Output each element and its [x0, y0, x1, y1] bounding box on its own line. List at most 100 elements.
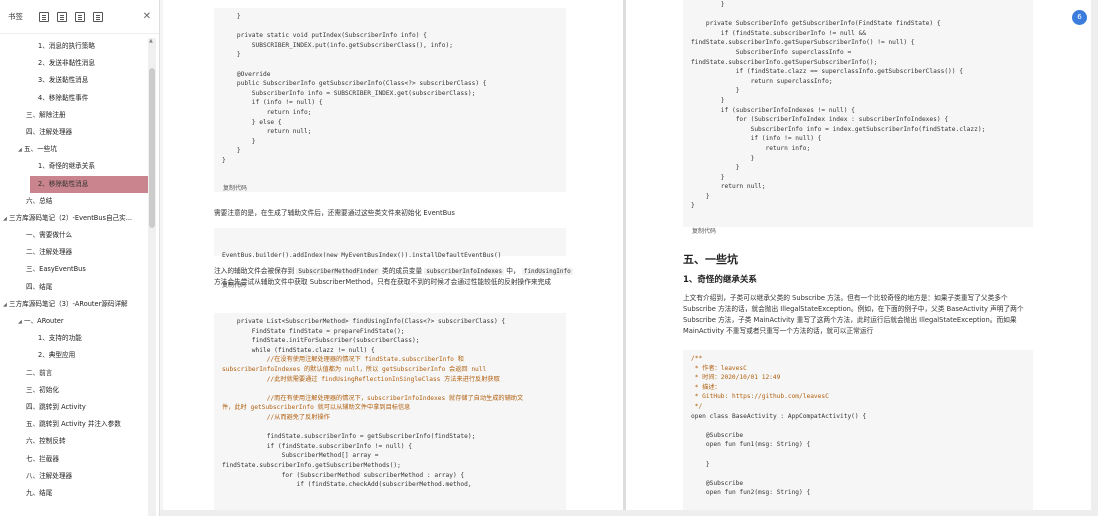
code-line: SubscriberInfo superclassInfo =: [691, 48, 852, 56]
bookmark-item[interactable]: 四、结尾: [0, 279, 148, 296]
add-bookmark-icon[interactable]: [93, 11, 103, 22]
code-line: findState.initForSubscriber(subscriberCl…: [222, 337, 420, 345]
paragraph: 注入的辅助文件会被保存到 SubscriberMethodFinder 类的成员…: [214, 266, 574, 288]
bookmark-item[interactable]: 1、支持的功能: [0, 330, 148, 347]
bookmark-item[interactable]: 九、结尾: [0, 485, 148, 502]
code-line: private SubscriberInfo getSubscriberInfo…: [691, 20, 941, 28]
code-line: SubscriberInfo info = index.getSubscribe…: [691, 125, 986, 133]
bookmark-view-icon[interactable]: [39, 11, 49, 22]
code-line: if (findState.checkAdd(subscriberMethod.…: [222, 481, 472, 489]
code-block: /** * 作者：leavesC * 时间：2020/10/01 12:49 *…: [683, 350, 1033, 516]
bookmark-item[interactable]: 2、发送非黏性消息: [0, 55, 148, 72]
scroll-up-icon[interactable]: ▲: [149, 38, 153, 44]
code-block: EventBus.builder().addIndex(new MyEventB…: [214, 228, 566, 289]
bookmark-item[interactable]: 二、注解处理器: [0, 244, 148, 261]
code-line: //在没有使用注解处理器的情况下 findState.subscriberInf…: [222, 356, 464, 364]
code-line: }: [691, 192, 710, 200]
bookmark-item[interactable]: 四、注解处理器: [0, 124, 148, 141]
code-line: }: [691, 1, 725, 8]
bookmark-label: 三、初始化: [26, 385, 59, 394]
bookmark-item[interactable]: 三、解除注册: [0, 107, 148, 124]
bookmark-label: 二、注解处理器: [26, 248, 73, 257]
code-line: * 时间：2020/10/01 12:49: [691, 374, 781, 382]
code-line: @Override: [222, 70, 271, 78]
bookmark-item[interactable]: 3、发送黏性消息: [0, 72, 148, 89]
code-line: return null;: [222, 128, 312, 136]
bookmark-label: 八、注解处理器: [26, 471, 73, 480]
code-line: */: [691, 402, 703, 410]
bookmark-item[interactable]: 一、需要做什么: [0, 227, 148, 244]
bookmark-item[interactable]: 七、拦截器: [0, 451, 148, 468]
assistant-float-button[interactable]: 6: [1072, 10, 1087, 25]
bookmark-label: 4、移除黏性事件: [38, 93, 89, 102]
code-line: }: [691, 173, 725, 181]
code-line: * 作者：leavesC: [691, 364, 747, 372]
inline-code: subscriberInfoIndexes: [424, 268, 505, 275]
collapse-all-icon[interactable]: [75, 11, 85, 22]
bookmark-item[interactable]: ◢ 三方库源码笔记（2）-EventBus自己实...: [0, 210, 148, 227]
bookmark-item[interactable]: 六、控制反转: [0, 433, 148, 450]
bookmark-label: 三、解除注册: [26, 110, 66, 119]
code-line: }: [222, 13, 241, 20]
bookmark-label: 二、前言: [26, 368, 53, 377]
code-line: open class BaseActivity : AppCompatActiv…: [691, 412, 867, 420]
horizontal-scrollbar[interactable]: [160, 510, 1091, 516]
bookmark-item[interactable]: 二、前言: [0, 365, 148, 382]
code-line: private List<SubscriberMethod> findUsing…: [222, 318, 506, 325]
bookmark-item[interactable]: 2、移除黏性消息: [30, 175, 148, 193]
code-line: }: [222, 156, 226, 164]
bookmark-list: 1、消息的执行策略 2、发送非黏性消息 3、发送黏性消息 4、移除黏性事件三、解除注册…: [0, 38, 148, 516]
bookmark-item[interactable]: 4、移除黏性事件: [0, 90, 148, 107]
code-line: FindState findState = prepareFindState()…: [222, 327, 405, 335]
bookmark-label: 三方库源码笔记（2）-EventBus自己实...: [9, 213, 133, 222]
close-icon[interactable]: ✕: [143, 11, 151, 22]
code-line: * GitHub: https://github.com/leavesC: [691, 393, 829, 401]
code-line: open fun fun2(msg: String) {: [691, 489, 811, 497]
bookmark-label: 四、注解处理器: [26, 127, 73, 136]
bookmark-item[interactable]: 五、跳转到 Activity 并注入参数: [0, 416, 148, 433]
bookmark-item[interactable]: 六、总结: [0, 193, 148, 210]
text: 中，: [506, 267, 520, 275]
bookmark-label: 三方库源码笔记（3）-ARouter源码详解: [9, 299, 128, 308]
bookmark-item[interactable]: ◢ 三方库源码笔记（3）-ARouter源码详解: [0, 296, 148, 313]
scrollbar-thumb[interactable]: [149, 68, 155, 228]
code-line: * 描述：: [691, 383, 721, 391]
bookmark-item[interactable]: 三、EasyEventBus: [0, 261, 148, 278]
document-page-left: } private static void putIndex(Subscribe…: [163, 0, 623, 516]
bookmark-label: 2、典型应用: [38, 351, 76, 360]
code-line: return null;: [691, 183, 766, 191]
code-line: //从而避免了反射操作: [222, 413, 330, 421]
document-scrollbar[interactable]: [1091, 0, 1098, 516]
code-line: if (findState.clazz == superclassInfo.ge…: [691, 68, 963, 76]
code-line: //此时就需要通过 findUsingReflectionInSingleCla…: [222, 375, 500, 383]
bookmark-item[interactable]: 八、注解处理器: [0, 468, 148, 485]
sidebar-scrollbar[interactable]: ▲: [148, 38, 156, 516]
code-line: }: [691, 164, 740, 172]
code-line: findState.subscriberInfo = getSubscriber…: [222, 433, 476, 441]
bookmark-item[interactable]: 1、消息的执行策略: [0, 38, 148, 55]
bookmark-item[interactable]: 三、初始化: [0, 382, 148, 399]
expand-all-icon[interactable]: [57, 11, 67, 22]
code-line: return info;: [222, 108, 312, 116]
bookmark-item[interactable]: ◢ 五、一些坑: [0, 141, 148, 158]
bookmark-item[interactable]: 四、跳转到 Activity: [0, 399, 148, 416]
code-line: 件，此时 getSubscriberInfo 就可以从辅助文件中拿到目标信息: [222, 404, 411, 412]
bookmark-item[interactable]: ◢ 一、ARouter: [0, 313, 148, 330]
copy-code-button[interactable]: 复制代码: [223, 183, 247, 192]
bookmark-item[interactable]: 2、典型应用: [0, 347, 148, 364]
code-line: }: [222, 51, 241, 59]
bookmark-item[interactable]: 1、奇怪的继承关系: [0, 158, 148, 175]
subsection-heading: 1、奇怪的继承关系: [683, 275, 757, 285]
code-block: private List<SubscriberMethod> findUsing…: [214, 313, 566, 516]
code-line: SUBSCRIBER_INDEX.put(info.getSubscriberC…: [222, 41, 453, 49]
copy-code-button[interactable]: 复制代码: [692, 226, 716, 235]
code-line: open fun fun1(msg: String) {: [691, 441, 811, 449]
paragraph: 需要注意的是，在生成了辅助文件后，还需要通过这些类文件来初始化 EventBus: [214, 209, 455, 217]
bookmark-label: 2、发送非黏性消息: [38, 59, 95, 68]
code-line: private static void putIndex(SubscriberI…: [222, 32, 427, 40]
